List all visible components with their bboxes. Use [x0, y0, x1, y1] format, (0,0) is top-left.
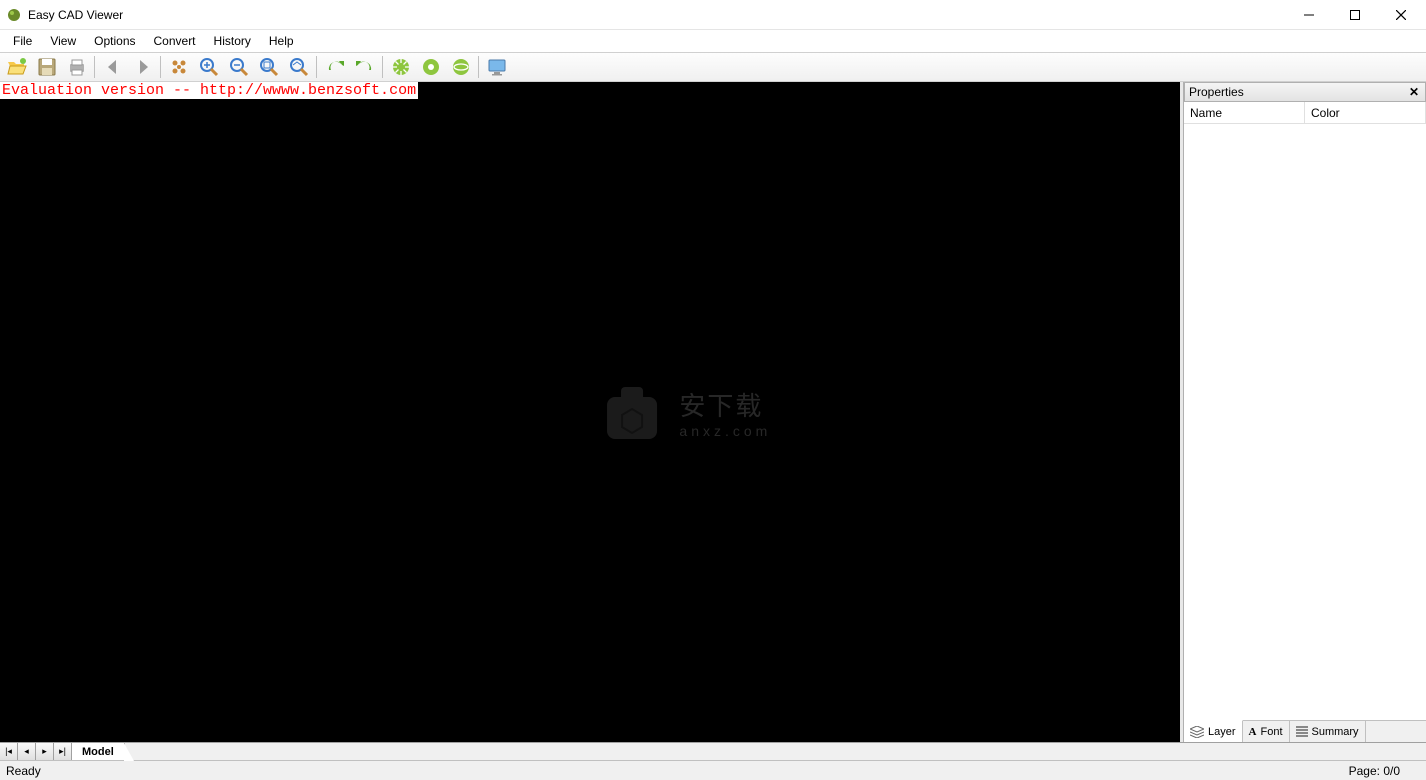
status-text: Ready — [6, 764, 41, 778]
tab-layer[interactable]: Layer — [1184, 720, 1243, 742]
pan-button[interactable] — [164, 54, 194, 80]
list-icon — [1296, 726, 1308, 738]
content-area: Evaluation version -- http://wwww.benzso… — [0, 82, 1426, 742]
column-name[interactable]: Name — [1184, 102, 1305, 123]
layers-icon — [1190, 726, 1204, 738]
menu-file[interactable]: File — [4, 32, 41, 50]
tab-summary-label: Summary — [1312, 726, 1359, 738]
panel-close-button[interactable]: ✕ — [1407, 85, 1421, 99]
minimize-button[interactable] — [1286, 0, 1332, 30]
zoom-in-button[interactable] — [194, 54, 224, 80]
back-button[interactable] — [98, 54, 128, 80]
forward-button[interactable] — [128, 54, 158, 80]
zoom-extents-button[interactable] — [254, 54, 284, 80]
save-button[interactable] — [32, 54, 62, 80]
titlebar: Easy CAD Viewer — [0, 0, 1426, 30]
zoom-window-button[interactable] — [284, 54, 314, 80]
menu-history[interactable]: History — [205, 32, 260, 50]
app-icon — [6, 7, 22, 23]
menu-view[interactable]: View — [41, 32, 85, 50]
menu-convert[interactable]: Convert — [145, 32, 205, 50]
properties-columns: Name Color — [1184, 102, 1426, 124]
properties-body — [1184, 124, 1426, 720]
undo-button[interactable] — [350, 54, 380, 80]
cad-canvas[interactable]: Evaluation version -- http://wwww.benzso… — [0, 82, 1183, 742]
evaluation-banner: Evaluation version -- http://wwww.benzso… — [0, 82, 418, 99]
tab-font[interactable]: A Font — [1243, 721, 1290, 742]
maximize-button[interactable] — [1332, 0, 1378, 30]
toolbar — [0, 52, 1426, 82]
properties-tabs: Layer A Font Summary — [1184, 720, 1426, 742]
zoom-out-button[interactable] — [224, 54, 254, 80]
tab-font-label: Font — [1260, 726, 1282, 738]
menu-help[interactable]: Help — [260, 32, 303, 50]
toolbar-separator — [478, 56, 480, 78]
layout-tabs-bar: |◂ ◂ ▸ ▸| Model — [0, 742, 1426, 760]
statusbar: Ready Page: 0/0 — [0, 760, 1426, 780]
column-color[interactable]: Color — [1305, 102, 1426, 123]
redo-button[interactable] — [320, 54, 350, 80]
properties-title: Properties — [1189, 85, 1244, 99]
tab-layer-label: Layer — [1208, 726, 1236, 738]
font-icon: A — [1249, 726, 1257, 738]
properties-panel: Properties ✕ Name Color Layer A Font Sum… — [1183, 82, 1426, 742]
properties-header[interactable]: Properties ✕ — [1184, 82, 1426, 102]
open-button[interactable] — [2, 54, 32, 80]
watermark-sub: anxz.com — [679, 423, 771, 439]
toolbar-separator — [316, 56, 318, 78]
rotate-3d-button[interactable] — [446, 54, 476, 80]
watermark: 安下载 anxz.com — [597, 377, 771, 447]
tab-summary[interactable]: Summary — [1290, 721, 1366, 742]
menubar: File View Options Convert History Help — [0, 30, 1426, 52]
toolbar-separator — [382, 56, 384, 78]
window-title: Easy CAD Viewer — [28, 8, 123, 22]
menu-options[interactable]: Options — [85, 32, 144, 50]
fullscreen-button[interactable] — [482, 54, 512, 80]
status-page: Page: 0/0 — [1349, 764, 1420, 778]
watermark-main: 安下载 — [679, 386, 771, 423]
close-button[interactable] — [1378, 0, 1424, 30]
rotate-cw-button[interactable] — [386, 54, 416, 80]
print-button[interactable] — [62, 54, 92, 80]
rotate-ccw-button[interactable] — [416, 54, 446, 80]
toolbar-separator — [160, 56, 162, 78]
toolbar-separator — [94, 56, 96, 78]
